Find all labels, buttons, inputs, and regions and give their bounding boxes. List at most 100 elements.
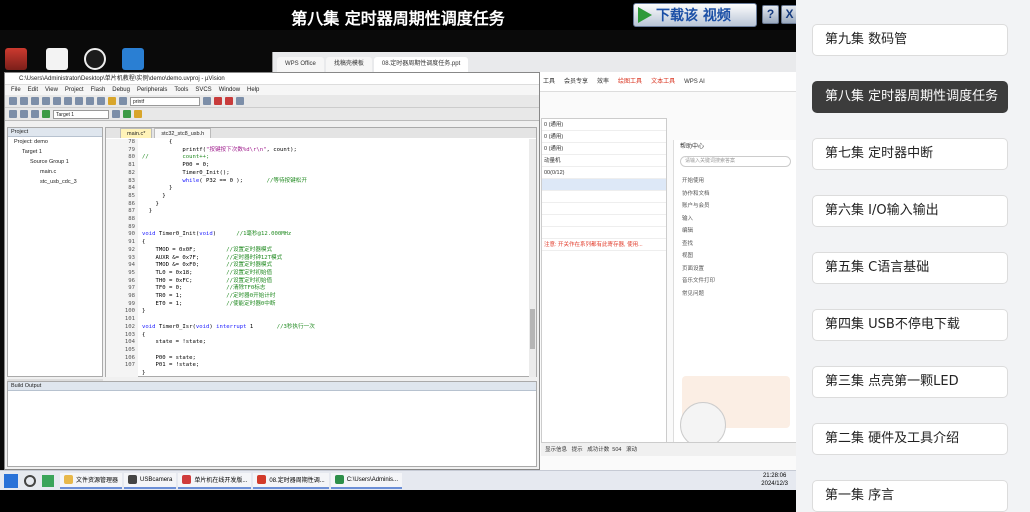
taskbar-app[interactable]: 08.定时器周期性调... bbox=[253, 472, 329, 489]
undo-icon[interactable] bbox=[86, 97, 94, 105]
start-icon[interactable] bbox=[4, 473, 18, 488]
episode-button[interactable]: 第五集 C语言基础 bbox=[812, 252, 1008, 284]
menu-item[interactable]: File bbox=[11, 85, 21, 95]
menu-item[interactable]: Window bbox=[219, 85, 240, 95]
episode-button[interactable]: 第二集 硬件及工具介绍 bbox=[812, 423, 1008, 455]
cut-icon[interactable] bbox=[53, 97, 61, 105]
help-button[interactable]: ? bbox=[762, 5, 779, 24]
ribbon-item[interactable]: WPS AI bbox=[684, 72, 705, 91]
editor-tab[interactable]: stc32_stc8_usb.h bbox=[154, 128, 212, 138]
help-search-input[interactable]: 请输入关键词搜索答案 bbox=[680, 156, 791, 167]
search-icon[interactable] bbox=[24, 474, 36, 487]
help-item[interactable]: 查找 bbox=[674, 238, 796, 251]
close-button[interactable]: X bbox=[781, 5, 796, 24]
episode-button[interactable]: 第一集 序言 bbox=[812, 480, 1008, 512]
line-number: 102 bbox=[124, 323, 135, 330]
episode-button[interactable]: 第三集 点亮第一颗LED bbox=[812, 366, 1008, 398]
help-item[interactable]: 编辑 bbox=[674, 225, 796, 238]
save-all-icon[interactable] bbox=[42, 97, 50, 105]
target-combo[interactable]: Target 1 bbox=[53, 109, 109, 119]
uvision-window[interactable]: C:\Users\Administrator\Desktop\单片机教程\实例\… bbox=[4, 72, 540, 470]
file-icon[interactable] bbox=[46, 48, 68, 70]
menu-item[interactable]: Project bbox=[65, 85, 84, 95]
help-item[interactable]: 音乐文件打印 bbox=[674, 275, 796, 288]
find-combo[interactable]: printf bbox=[130, 96, 200, 106]
options-icon[interactable] bbox=[112, 110, 120, 118]
app-icon[interactable] bbox=[42, 474, 54, 487]
menu-item[interactable]: Flash bbox=[91, 85, 106, 95]
menu-item[interactable]: Peripherals bbox=[137, 85, 167, 95]
episode-button[interactable]: 第九集 数码管 bbox=[812, 24, 1008, 56]
wps-tab[interactable]: 08.定时器周期性调度任务.ppt bbox=[373, 57, 469, 72]
paste-icon[interactable] bbox=[75, 97, 83, 105]
ribbon-item[interactable]: 效率 bbox=[597, 72, 609, 91]
ribbon-item[interactable]: 绘图工具 bbox=[618, 72, 642, 91]
new-file-icon[interactable] bbox=[9, 97, 17, 105]
save-icon[interactable] bbox=[31, 97, 39, 105]
doc-row bbox=[542, 191, 666, 203]
menu-item[interactable]: Tools bbox=[174, 85, 188, 95]
clock[interactable]: 21:28:06 2024/12/3 bbox=[761, 472, 788, 488]
settings-icon[interactable] bbox=[236, 97, 244, 105]
tree-item[interactable]: main.c bbox=[8, 167, 102, 177]
download-video-button[interactable]: 下载该 视频 bbox=[633, 3, 757, 27]
find-icon[interactable] bbox=[203, 97, 211, 105]
tree-item[interactable]: Target 1 bbox=[8, 147, 102, 157]
line-number: 105 bbox=[124, 346, 135, 353]
bookmark-icon[interactable] bbox=[108, 97, 116, 105]
video-player[interactable]: 第八集 定时器周期性调度任务 下载该 视频 ? X WPS Office 找稿壳… bbox=[0, 0, 796, 512]
help-item[interactable]: 协作和文档 bbox=[674, 188, 796, 201]
doc-row: 0 (通用) bbox=[542, 131, 666, 143]
winrar-icon[interactable] bbox=[5, 48, 27, 70]
episode-button[interactable]: 第七集 定时器中断 bbox=[812, 138, 1008, 170]
help-item[interactable]: 视图 bbox=[674, 250, 796, 263]
play-icon bbox=[638, 7, 652, 23]
line-number: 92 bbox=[128, 246, 135, 253]
debug-icon[interactable] bbox=[214, 97, 222, 105]
redo-icon[interactable] bbox=[97, 97, 105, 105]
taskbar-app[interactable]: C:\Users\Adminis... bbox=[330, 472, 403, 489]
open-icon[interactable] bbox=[20, 97, 28, 105]
help-item[interactable]: 页面设置 bbox=[674, 263, 796, 276]
compile-icon[interactable] bbox=[9, 110, 17, 118]
menu-item[interactable]: SVCS bbox=[195, 85, 211, 95]
breakpoint-icon[interactable] bbox=[225, 97, 233, 105]
indent-icon[interactable] bbox=[119, 97, 127, 105]
tree-item[interactable]: stc_usb_cdc_3 bbox=[8, 177, 102, 187]
ribbon-item[interactable]: 工具 bbox=[543, 72, 555, 91]
ribbon-item[interactable]: 文本工具 bbox=[651, 72, 675, 91]
wps-tab[interactable]: 找稿壳模板 bbox=[325, 57, 372, 72]
ribbon-item[interactable]: 会员专享 bbox=[564, 72, 588, 91]
qq-icon[interactable] bbox=[84, 48, 106, 70]
code-area[interactable]: 78 79 80 81 82 83 84 85 86 87 88 89 90 91 92 93 94 95 96 97… bbox=[106, 139, 536, 377]
editor-scrollbar[interactable] bbox=[529, 139, 536, 377]
wps-document[interactable]: 0 (通用) 0 (通用) 0 (通用) 动量机 00(0/12) 注意: 开关… bbox=[541, 118, 667, 448]
help-item[interactable]: 开始使用 bbox=[674, 175, 796, 188]
help-item[interactable]: 常见问题 bbox=[674, 288, 796, 301]
help-item[interactable]: 账户与会员 bbox=[674, 200, 796, 213]
menu-item[interactable]: Edit bbox=[28, 85, 38, 95]
taskbar-app[interactable]: USBcamera bbox=[124, 472, 177, 489]
episode-button-active[interactable]: 第八集 定时器周期性调度任务 bbox=[812, 81, 1008, 113]
menu-item[interactable]: Debug bbox=[112, 85, 130, 95]
menu-item[interactable]: View bbox=[45, 85, 58, 95]
taskbar-app[interactable]: 文件资源管理器 bbox=[60, 472, 123, 489]
build-icon[interactable] bbox=[20, 110, 28, 118]
episode-button[interactable]: 第六集 I/O输入输出 bbox=[812, 195, 1008, 227]
tree-item[interactable]: Project: demo bbox=[8, 137, 102, 147]
code-editor[interactable]: main.c* stc32_stc8_usb.h 78 79 80 81 82 83 84 8… bbox=[105, 127, 537, 377]
app-icon[interactable] bbox=[122, 48, 144, 70]
rebuild-icon[interactable] bbox=[31, 110, 39, 118]
help-item[interactable]: 输入 bbox=[674, 213, 796, 226]
menu-item[interactable]: Help bbox=[247, 85, 259, 95]
copy-icon[interactable] bbox=[64, 97, 72, 105]
download-icon[interactable] bbox=[42, 110, 50, 118]
editor-tab[interactable]: main.c* bbox=[120, 128, 153, 138]
wps-tab[interactable]: WPS Office bbox=[277, 57, 324, 72]
tree-item[interactable]: Source Group 1 bbox=[8, 157, 102, 167]
pack-icon[interactable] bbox=[134, 110, 142, 118]
manage-icon[interactable] bbox=[123, 110, 131, 118]
taskbar-app[interactable]: 单片机在线开发版... bbox=[178, 472, 252, 489]
uvision-menubar: File Edit View Project Flash Debug Perip… bbox=[5, 85, 539, 95]
episode-button[interactable]: 第四集 USB不停电下载 bbox=[812, 309, 1008, 341]
